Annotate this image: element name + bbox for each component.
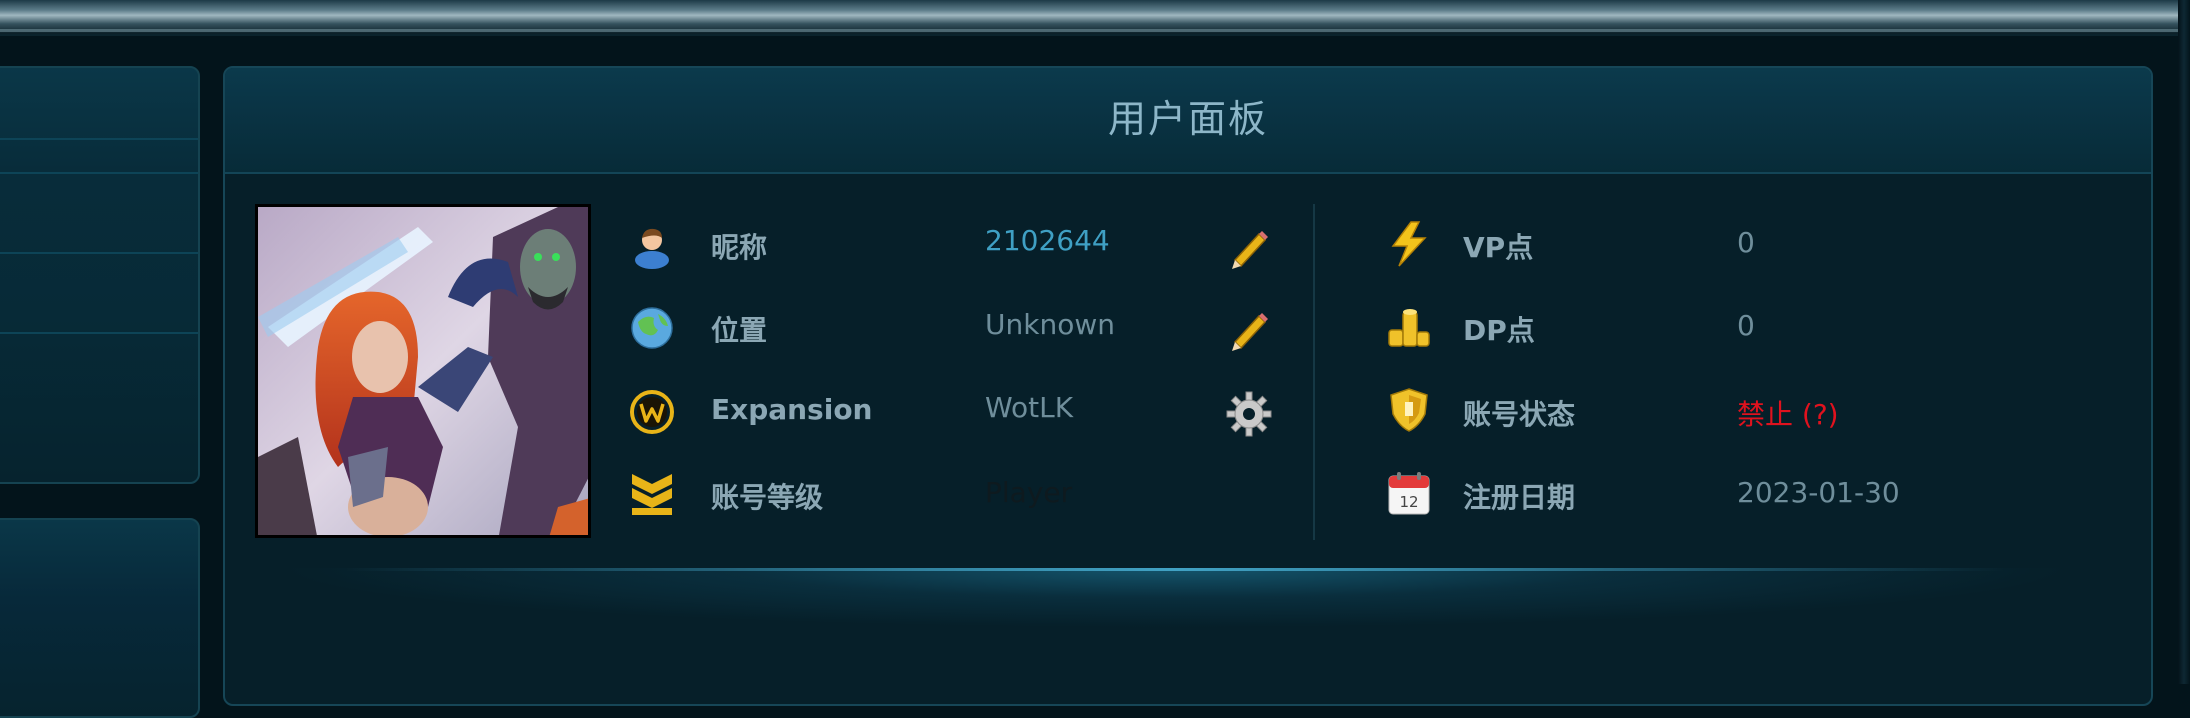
banner-edge-line [0,29,2190,32]
coins-icon [1385,302,1433,350]
status-badge[interactable]: 禁止 (?) [1737,393,1839,433]
user-icon [628,222,676,270]
rank-chevron-icon [628,470,676,518]
expansion-label: Expansion [711,393,873,426]
pencil-icon [1232,313,1268,351]
window-right-edge [2178,0,2190,684]
edit-nickname-button[interactable] [1225,224,1273,272]
panel-glow [275,568,2075,628]
expansion-value: WotLK [985,391,1074,424]
panel-separator [345,568,2005,571]
dp-value: 0 [1737,309,1755,342]
edit-location-button[interactable] [1225,306,1273,354]
lightning-icon [1385,220,1433,268]
sidebar-divider [0,332,198,334]
avatar-artwork [258,207,588,535]
expansion-settings-button[interactable] [1225,390,1273,438]
dp-label: DP点 [1463,314,1535,347]
user-panel-header: 用户面板 [225,68,2151,174]
location-label: 位置 [711,314,768,347]
left-sidebar-panel [0,66,200,484]
user-panel: 用户面板 昵称 2102644 位置 Unknown Expansion Wot… [223,66,2153,706]
page-title: 用户面板 [1107,97,1268,141]
globe-icon [628,304,676,352]
column-divider [1313,204,1315,540]
pencil-icon [1232,231,1268,269]
register-date-label: 注册日期 [1463,481,1576,514]
nickname-label: 昵称 [711,231,768,264]
left-sidebar-panel-2 [0,518,200,718]
svg-text:12: 12 [1399,493,1418,511]
register-date-value: 2023-01-30 [1737,476,1900,509]
sidebar-divider [0,172,198,174]
account-level-value: Player [985,476,1073,509]
status-label: 账号状态 [1463,398,1576,431]
wow-logo-icon [628,388,676,436]
gear-icon [1226,391,1272,437]
avatar[interactable] [255,204,591,538]
sidebar-divider [0,252,198,254]
location-value: Unknown [985,308,1115,341]
vp-value: 0 [1737,226,1755,259]
shield-icon [1385,386,1433,434]
nickname-value[interactable]: 2102644 [985,224,1110,257]
calendar-icon: 12 [1385,470,1433,518]
sidebar-divider [0,138,198,140]
account-level-label: 账号等级 [711,481,824,514]
vp-label: VP点 [1463,231,1534,264]
